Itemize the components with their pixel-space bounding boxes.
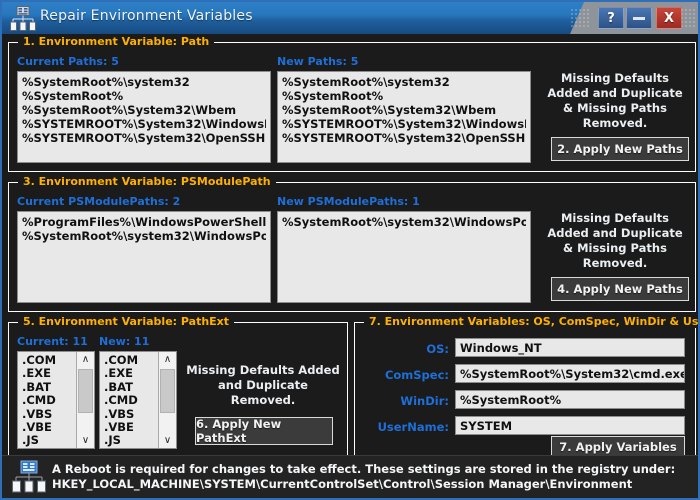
scroll-down-icon[interactable]: ∨: [159, 433, 176, 448]
title-bar[interactable]: Repair Environment Variables ? X: [2, 2, 698, 34]
application-window: Repair Environment Variables ? X 1. Envi…: [0, 0, 700, 500]
scrollbar-thumb[interactable]: [160, 369, 175, 413]
current-paths-label: Current Paths: 5: [17, 55, 119, 68]
minimize-icon: [633, 16, 645, 20]
group-system-variables-legend: 7. Environment Variables: OS, ComSpec, W…: [364, 315, 698, 328]
list-item[interactable]: .VBE: [104, 420, 157, 434]
list-item[interactable]: .JS: [22, 434, 75, 448]
scroll-down-icon[interactable]: ∨: [77, 433, 94, 448]
username-field[interactable]: SYSTEM: [455, 416, 685, 435]
list-item[interactable]: .VBE: [22, 420, 75, 434]
list-item[interactable]: .CMD: [104, 393, 157, 407]
list-item[interactable]: .COM: [22, 353, 75, 367]
apply-new-paths-button[interactable]: 2. Apply New Paths: [551, 137, 689, 161]
current-pathext-scrollbar[interactable]: ∧ ∨: [76, 352, 94, 448]
group-psmodulepath: 3. Environment Variable: PSModulePath Cu…: [8, 175, 696, 312]
comspec-label: ComSpec:: [384, 368, 449, 382]
status-line-2: HKEY_LOCAL_MACHINE\SYSTEM\CurrentControl…: [52, 477, 633, 491]
new-pathext-scrollbar[interactable]: ∧ ∨: [158, 352, 176, 448]
window-title: Repair Environment Variables: [40, 8, 253, 24]
list-item[interactable]: %SystemRoot%: [282, 89, 526, 103]
new-paths-label: New Paths: 5: [277, 55, 359, 68]
list-item[interactable]: %ProgramFiles%\WindowsPowerShell\Modules: [22, 215, 266, 229]
minimize-button[interactable]: [626, 7, 652, 29]
list-item[interactable]: .VBS: [104, 407, 157, 421]
new-pathext-items: .COM.EXE.BAT.CMD.VBS.VBE.JS.JSE: [100, 352, 157, 448]
current-psmodulepaths-list[interactable]: %ProgramFiles%\WindowsPowerShell\Modules…: [17, 211, 271, 303]
group-system-variables: 7. Environment Variables: OS, ComSpec, W…: [354, 315, 698, 458]
hierarchy-icon: [12, 460, 46, 494]
list-item[interactable]: %SystemRoot%\system32\WindowsPowerShell\…: [282, 215, 526, 229]
windir-label: WinDir:: [400, 394, 449, 408]
group-pathext-legend: 5. Environment Variable: PathExt: [18, 315, 235, 328]
list-item[interactable]: .EXE: [22, 366, 75, 380]
list-item[interactable]: %SystemRoot%\system32: [282, 75, 526, 89]
current-paths-list[interactable]: %SystemRoot%\system32 %SystemRoot% %System…: [17, 71, 271, 163]
apply-new-pathext-button[interactable]: 6. Apply New PathExt: [195, 417, 333, 445]
list-item[interactable]: %SystemRoot%\System32\Wbem: [282, 103, 526, 117]
scroll-up-icon[interactable]: ∧: [159, 352, 176, 367]
os-field[interactable]: Windows_NT: [455, 338, 685, 357]
group-path-legend: 1. Environment Variable: Path: [18, 35, 215, 48]
list-item[interactable]: %SYSTEMROOT%\System32\WindowsPowerShell: [282, 117, 526, 131]
new-psmodulepaths-label: New PSModulePaths: 1: [277, 195, 420, 208]
list-item[interactable]: .BAT: [22, 380, 75, 394]
hierarchy-icon: [10, 6, 36, 31]
current-pathext-list[interactable]: .COM.EXE.BAT.CMD.VBS.VBE.JS.JSE ∧ ∨: [17, 351, 95, 449]
scrollbar-thumb[interactable]: [78, 369, 93, 413]
list-item[interactable]: %SystemRoot%\system32: [22, 75, 266, 89]
list-item[interactable]: .COM: [104, 353, 157, 367]
os-label: OS:: [426, 342, 449, 356]
current-psmodulepaths-label: Current PSModulePaths: 2: [17, 195, 181, 208]
new-paths-list[interactable]: %SystemRoot%\system32 %SystemRoot% %System…: [277, 71, 531, 163]
list-item[interactable]: %SystemRoot%\system32\WindowsPowerShell\…: [22, 229, 266, 243]
list-item[interactable]: %SYSTEMROOT%\System32\WindowsPowerShell: [22, 117, 266, 131]
new-psmodulepaths-list[interactable]: %SystemRoot%\system32\WindowsPowerShell\…: [277, 211, 531, 303]
list-item[interactable]: .BAT: [104, 380, 157, 394]
list-item[interactable]: %SystemRoot%\System32\Wbem: [22, 103, 266, 117]
group-pathext: 5. Environment Variable: PathExt Current…: [8, 315, 348, 457]
current-pathext-label: Current: 11: [17, 335, 88, 348]
status-line-1: A Reboot is required for changes to take…: [52, 462, 676, 476]
new-pathext-list[interactable]: .COM.EXE.BAT.CMD.VBS.VBE.JS.JSE ∧ ∨: [99, 351, 177, 449]
list-item[interactable]: %SYSTEMROOT%\System32\OpenSSH: [22, 131, 266, 145]
psmodulepath-note: Missing Defaults Added and Duplicate & M…: [547, 211, 683, 270]
group-psmodulepath-legend: 3. Environment Variable: PSModulePath: [18, 175, 276, 188]
windir-field[interactable]: %SystemRoot%: [455, 390, 685, 409]
group-path: 1. Environment Variable: Path Current Pa…: [8, 35, 696, 172]
apply-new-psmodulepaths-button[interactable]: 4. Apply New Paths: [551, 277, 689, 301]
new-pathext-label: New: 11: [99, 335, 150, 348]
status-bar: A Reboot is required for changes to take…: [2, 455, 698, 498]
pathext-note: Missing Defaults Added and Duplicate Rem…: [186, 363, 340, 407]
username-label: UserName:: [377, 420, 449, 434]
help-button[interactable]: ?: [598, 7, 624, 29]
list-item[interactable]: %SystemRoot%: [22, 89, 266, 103]
list-item[interactable]: .JS: [104, 434, 157, 448]
current-pathext-items: .COM.EXE.BAT.CMD.VBS.VBE.JS.JSE: [18, 352, 75, 448]
scroll-up-icon[interactable]: ∧: [77, 352, 94, 367]
list-item[interactable]: %SYSTEMROOT%\System32\OpenSSH: [282, 131, 526, 145]
status-message: A Reboot is required for changes to take…: [52, 462, 692, 492]
list-item[interactable]: .VBS: [22, 407, 75, 421]
close-button[interactable]: X: [656, 7, 682, 29]
comspec-field[interactable]: %SystemRoot%\System32\cmd.exe: [455, 364, 685, 383]
path-note: Missing Defaults Added and Duplicate & M…: [547, 71, 683, 130]
list-item[interactable]: .CMD: [22, 393, 75, 407]
list-item[interactable]: .EXE: [104, 366, 157, 380]
titlebar-grip-left-icon: [570, 8, 590, 28]
